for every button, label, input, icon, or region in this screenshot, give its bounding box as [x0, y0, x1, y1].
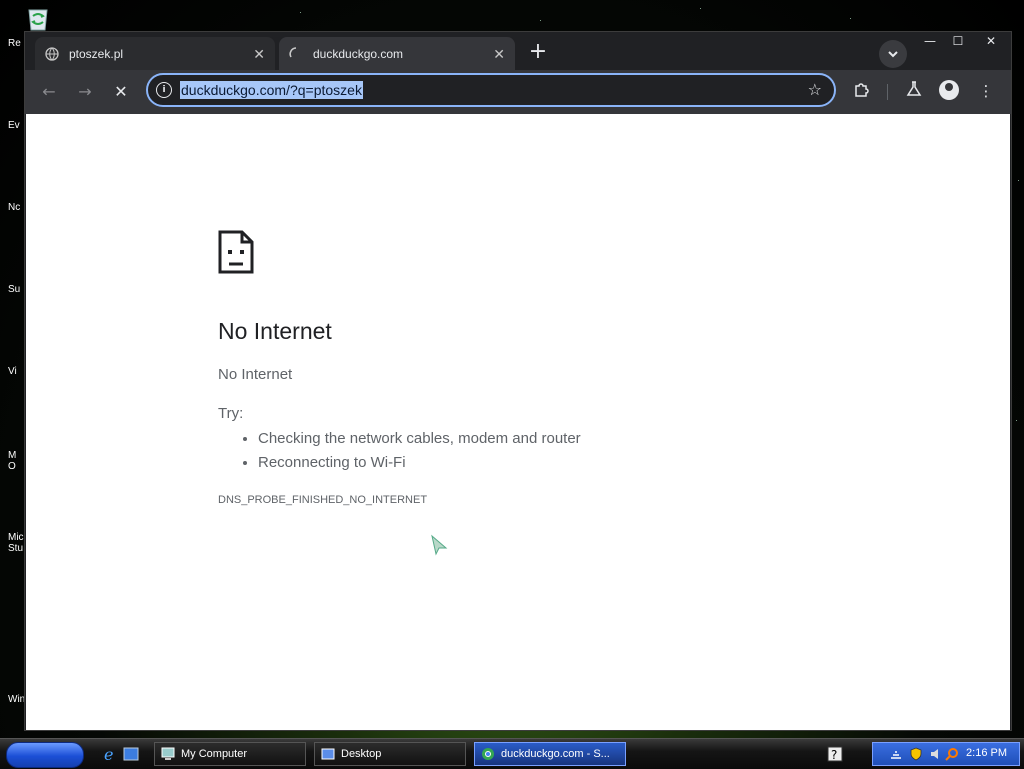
desktop-icon-label[interactable]: M O	[8, 450, 16, 472]
volume-icon[interactable]	[929, 747, 943, 764]
chrome-icon	[481, 747, 495, 761]
task-label: Desktop	[341, 748, 382, 760]
tab-duckduckgo[interactable]: duckduckgo.com ✕	[279, 37, 515, 70]
back-arrow-icon[interactable]: ←	[37, 80, 61, 104]
show-desktop-icon[interactable]	[122, 745, 140, 763]
task-label: duckduckgo.com - S...	[501, 748, 610, 760]
task-desktop[interactable]: Desktop	[314, 742, 466, 766]
more-menu-icon[interactable]: ⋮	[975, 80, 997, 102]
extensions-puzzle-icon[interactable]	[851, 80, 873, 102]
recycle-bin-icon[interactable]	[24, 4, 52, 32]
maximize-button[interactable]: ☐	[943, 32, 973, 50]
tab-title: duckduckgo.com	[313, 46, 404, 61]
suggestion-item: Reconnecting to Wi-Fi	[258, 451, 581, 475]
mouse-cursor-icon	[430, 534, 448, 559]
desktop-icon-label[interactable]: Vi	[8, 366, 17, 377]
browser-toolbar: ← → ✕ i duckduckgo.com/?q=ptoszek ☆ ⋮	[25, 70, 1011, 114]
minimize-button[interactable]: —	[915, 32, 945, 50]
taskbar: e My Computer Desktop duckduckgo.com - S…	[0, 738, 1024, 769]
tab-strip: ptoszek.pl ✕ duckduckgo.com ✕ + — ☐ ✕	[25, 32, 1011, 70]
close-window-button[interactable]: ✕	[971, 32, 1011, 50]
site-info-icon[interactable]: i	[156, 82, 172, 98]
address-bar-url[interactable]: duckduckgo.com/?q=ptoszek	[180, 81, 363, 99]
computer-icon	[161, 747, 175, 761]
try-label: Try:	[218, 405, 244, 422]
desktop-icon-label[interactable]: Re	[8, 38, 21, 49]
loading-spinner-icon	[289, 46, 303, 61]
svg-text:?: ?	[831, 748, 837, 762]
task-browser[interactable]: duckduckgo.com - S...	[474, 742, 626, 766]
desktop-icon-label[interactable]: Nc	[8, 202, 20, 213]
new-tab-button[interactable]: +	[525, 40, 551, 66]
system-tray: 2:16 PM	[872, 742, 1020, 766]
help-icon[interactable]: ?	[826, 745, 844, 763]
close-tab-icon[interactable]: ✕	[493, 46, 505, 63]
bookmark-star-icon[interactable]: ☆	[808, 80, 822, 99]
browser-window: ptoszek.pl ✕ duckduckgo.com ✕ + — ☐ ✕ ← …	[24, 31, 1012, 731]
error-code: DNS_PROBE_FINISHED_NO_INTERNET	[218, 494, 428, 506]
tab-ptoszek[interactable]: ptoszek.pl ✕	[35, 37, 275, 70]
security-shield-icon[interactable]	[909, 747, 923, 764]
tab-title: ptoszek.pl	[69, 46, 124, 61]
suggestion-list: Checking the network cables, modem and r…	[218, 427, 581, 475]
tab-search-button[interactable]	[879, 40, 907, 68]
address-bar[interactable]: i duckduckgo.com/?q=ptoszek ☆	[146, 73, 836, 107]
globe-icon	[45, 46, 59, 61]
svg-text:e: e	[104, 745, 113, 763]
profile-avatar-icon[interactable]	[939, 80, 959, 100]
close-tab-icon[interactable]: ✕	[253, 46, 265, 63]
internet-explorer-icon[interactable]: e	[102, 745, 120, 764]
forward-arrow-icon[interactable]: →	[73, 80, 97, 104]
desktop-icon-label[interactable]: Ev	[8, 120, 20, 131]
search-icon[interactable]	[945, 747, 959, 764]
task-label: My Computer	[181, 748, 248, 760]
labs-flask-icon[interactable]	[903, 80, 925, 102]
start-button[interactable]	[6, 742, 84, 768]
chevron-down-icon	[888, 51, 898, 58]
error-title: No Internet	[218, 318, 332, 344]
sad-page-icon	[218, 230, 254, 277]
task-my-computer[interactable]: My Computer	[154, 742, 306, 766]
network-icon[interactable]	[889, 747, 903, 764]
page-content: No Internet No Internet Try: Checking th…	[26, 114, 1010, 730]
stop-loading-icon[interactable]: ✕	[109, 80, 133, 104]
desktop-icon-label[interactable]: Su	[8, 284, 20, 295]
suggestion-item: Checking the network cables, modem and r…	[258, 427, 581, 451]
clock[interactable]: 2:16 PM	[966, 747, 1007, 759]
error-subtitle: No Internet	[218, 366, 293, 383]
toolbar-separator	[887, 84, 888, 100]
desktop-folder-icon	[321, 747, 335, 761]
